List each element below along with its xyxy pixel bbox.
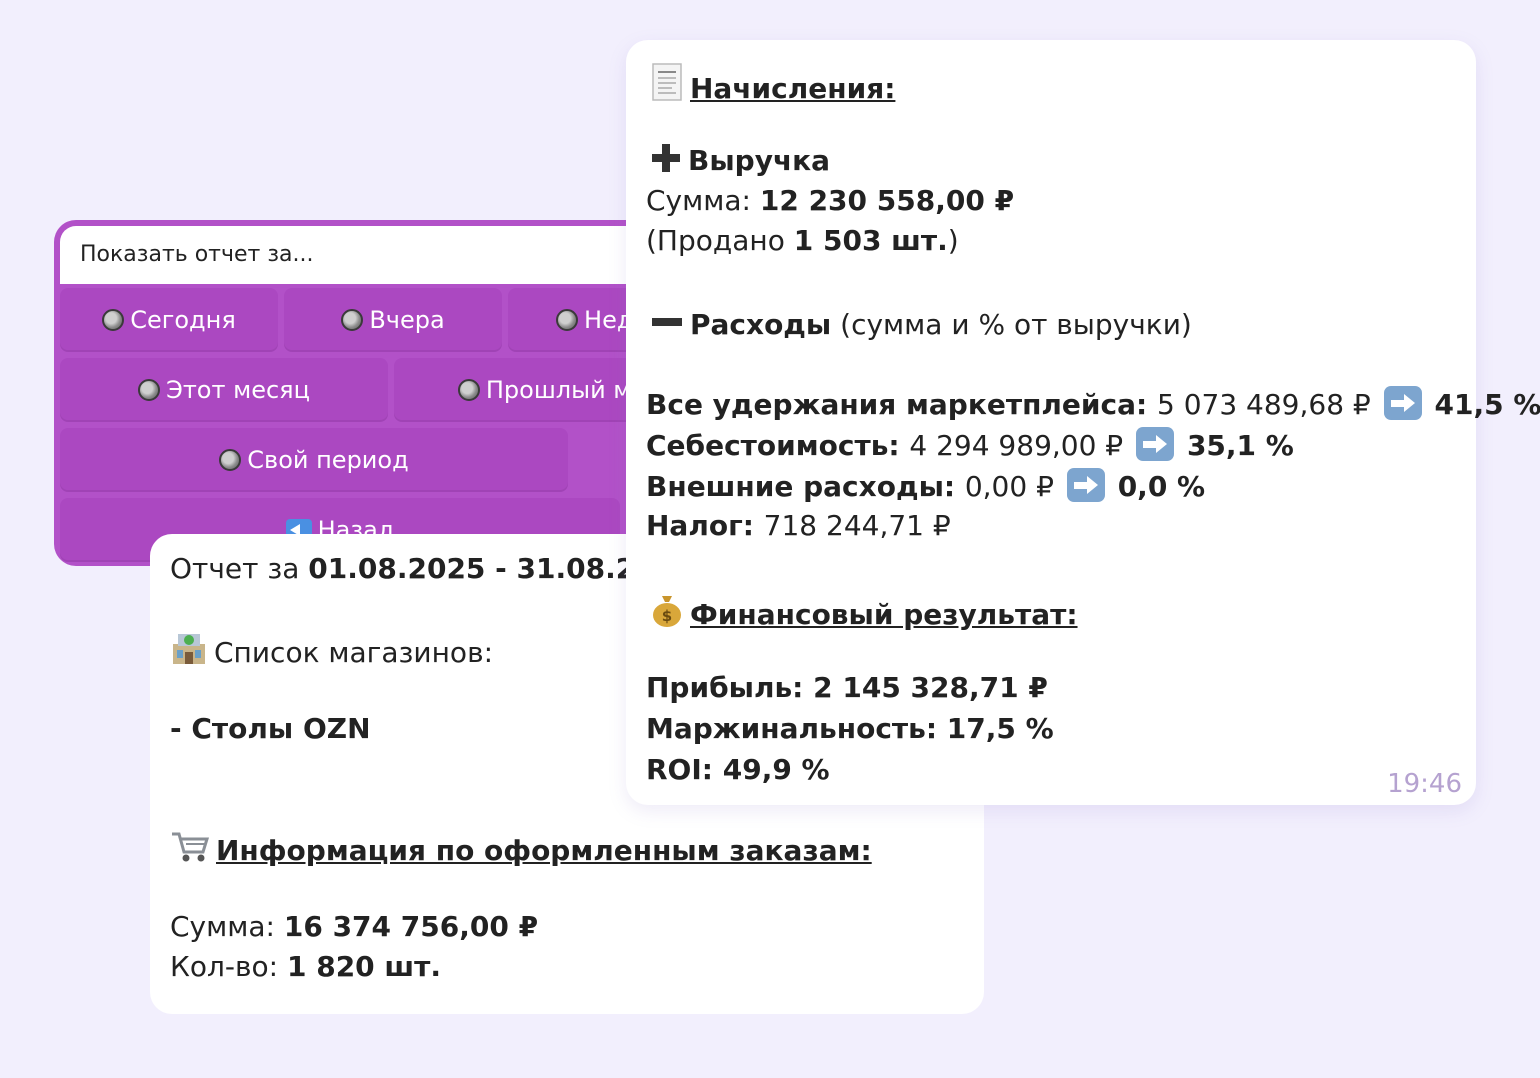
sum-value: 16 374 756,00 ₽ xyxy=(283,910,539,943)
button-label: Свой период xyxy=(247,446,409,474)
tax-label: Налог: xyxy=(646,509,764,542)
orders-title: Информация по оформленным заказам: xyxy=(216,834,872,867)
revenue-sum-value: 12 230 558,00 ₽ xyxy=(759,184,1015,217)
radio-icon xyxy=(457,379,480,401)
sum-label: Сумма: xyxy=(170,910,284,943)
button-custom-period[interactable]: Свой период xyxy=(60,428,568,492)
revenue-title-line: Выручка xyxy=(650,142,830,177)
external-line: Внешние расходы: 0,00 ₽ 0,0 % xyxy=(646,468,1205,503)
sold-value: 1 503 шт. xyxy=(793,224,948,257)
cost-line: Себестоимость: 4 294 989,00 ₽ 35,1 % xyxy=(646,427,1294,462)
cost-label: Себестоимость: xyxy=(646,429,910,462)
money-bag-icon: $ xyxy=(653,596,681,627)
revenue-sum-line: Сумма: 12 230 558,00 ₽ xyxy=(646,184,1014,217)
cost-value: 4 294 989,00 ₽ xyxy=(909,429,1124,462)
button-label: Вчера xyxy=(369,306,445,334)
radio-icon xyxy=(102,309,125,331)
accruals-message: Начисления: Выручка Сумма: 12 230 558,00… xyxy=(626,40,1540,805)
store-name: - Столы OZN xyxy=(170,712,371,745)
deductions-pct: 41,5 % xyxy=(1434,388,1540,421)
deductions-line: Все удержания маркетплейса: 5 073 489,68… xyxy=(646,386,1540,421)
radio-icon xyxy=(138,379,161,401)
accruals-title-line: Начисления: xyxy=(650,62,895,105)
svg-text:$: $ xyxy=(662,607,672,625)
deductions-label: Все удержания маркетплейса: xyxy=(646,388,1157,421)
sold-open: (Продано xyxy=(646,224,794,257)
report-prefix: Отчет за xyxy=(170,552,309,585)
plus-icon xyxy=(652,144,680,172)
stores-label: Список магазинов: xyxy=(214,636,494,669)
expenses-title-line: Расходы (сумма и % от выручки) xyxy=(650,306,1192,341)
sold-line: (Продано 1 503 шт.) xyxy=(646,224,959,257)
message-time: 19:46 xyxy=(1387,769,1462,799)
margin-line: Маржинальность: 17,5 % xyxy=(646,712,1054,745)
qty-label: Кол-во: xyxy=(170,950,287,983)
receipt-icon xyxy=(652,63,682,101)
radio-icon xyxy=(219,449,242,471)
sold-close: ) xyxy=(947,224,959,257)
fin-title: Финансовый результат: xyxy=(690,598,1078,631)
radio-icon xyxy=(341,309,364,331)
button-label: Этот месяц xyxy=(166,376,310,404)
cost-pct: 35,1 % xyxy=(1186,429,1294,462)
radio-icon xyxy=(556,309,579,331)
revenue-sum-label: Сумма: xyxy=(646,184,760,217)
button-yesterday[interactable]: Вчера xyxy=(284,288,502,352)
report-period-line: Отчет за 01.08.2025 - 31.08.2025 xyxy=(170,552,694,585)
tax-value: 718 244,71 ₽ xyxy=(763,509,951,542)
button-today[interactable]: Сегодня xyxy=(60,288,278,352)
stores-line: Список магазинов: xyxy=(170,632,493,669)
button-this-month[interactable]: Этот месяц xyxy=(60,358,388,422)
expenses-title: Расходы xyxy=(690,308,832,341)
roi-line: ROI: 49,9 % xyxy=(646,753,830,786)
arrow-right-icon xyxy=(1136,427,1175,461)
external-value: 0,00 ₽ xyxy=(964,470,1054,503)
tax-line: Налог: 718 244,71 ₽ xyxy=(646,509,951,542)
revenue-title: Выручка xyxy=(688,144,831,177)
minus-icon xyxy=(652,318,682,326)
arrow-right-icon xyxy=(1383,386,1422,420)
cart-icon xyxy=(172,832,210,862)
qty-value: 1 820 шт. xyxy=(286,950,442,983)
orders-title-line: Информация по оформленным заказам: xyxy=(170,830,872,867)
external-pct: 0,0 % xyxy=(1117,470,1206,503)
profit-line: Прибыль: 2 145 328,71 ₽ xyxy=(646,671,1048,704)
external-label: Внешние расходы: xyxy=(646,470,965,503)
accruals-title: Начисления: xyxy=(690,72,896,105)
expenses-note: (сумма и % от выручки) xyxy=(831,308,1192,341)
orders-sum-line: Сумма: 16 374 756,00 ₽ xyxy=(170,910,538,943)
deductions-value: 5 073 489,68 ₽ xyxy=(1156,388,1371,421)
button-label: Сегодня xyxy=(130,306,236,334)
arrow-right-icon xyxy=(1066,468,1105,502)
store-icon xyxy=(173,634,205,664)
orders-qty-line: Кол-во: 1 820 шт. xyxy=(170,950,441,983)
fin-title-line: $ Финансовый результат: xyxy=(650,590,1078,631)
